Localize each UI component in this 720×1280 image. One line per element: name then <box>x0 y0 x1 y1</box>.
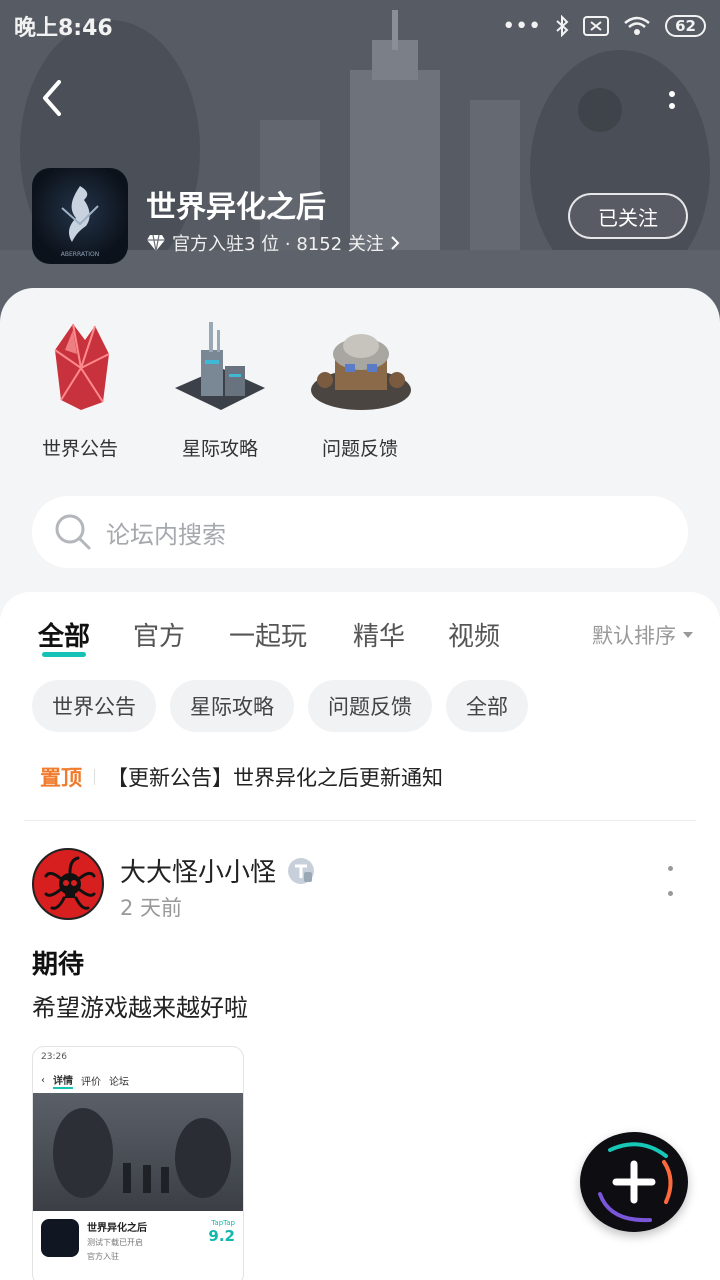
red-crystal-icon <box>54 323 110 410</box>
tab-featured[interactable]: 精华 <box>353 616 405 653</box>
status-time: 晚上8:46 <box>14 16 113 41</box>
chevron-right-icon <box>391 236 400 250</box>
chip-strategy[interactable]: 星际攻略 <box>170 680 294 732</box>
user-level-badge-icon <box>288 857 315 884</box>
diamond-icon <box>147 234 165 252</box>
category-world-notice[interactable]: 世界公告 <box>20 310 140 461</box>
post-title: 期待 <box>32 950 85 980</box>
shot-game-card: 世界异化之后 测试下载已开启 官方入驻 TapTap 9.2 <box>33 1211 243 1270</box>
search-placeholder: 论坛内搜索 <box>106 520 226 549</box>
author-name[interactable]: 大大怪小小怪 <box>120 852 276 889</box>
shot-tab-details: 详情 <box>53 1072 73 1089</box>
category-label: 问题反馈 <box>321 438 398 460</box>
shot-score: TapTap 9.2 <box>208 1219 235 1245</box>
shot-game-icon <box>41 1219 79 1257</box>
more-dot-icon <box>667 891 673 896</box>
tower-building-icon <box>175 322 265 410</box>
bluetooth-icon <box>556 15 569 37</box>
reactor-building-icon <box>311 334 411 410</box>
shot-score-value: 9.2 <box>208 1227 235 1245</box>
game-icon[interactable]: ABERRATION <box>32 168 128 264</box>
hero-banner: 晚上8:46 ••• 62 ABERRATION 世界异化之后 官方入驻3 位 … <box>0 0 720 330</box>
shot-back-icon: ‹ <box>41 1074 45 1086</box>
shot-game-name: 世界异化之后 <box>87 1223 147 1234</box>
pinned-separator <box>94 769 95 785</box>
pinned-post[interactable]: 置顶 【更新公告】世界异化之后更新通知 <box>40 762 443 792</box>
battery-indicator: 62 <box>665 15 706 37</box>
forum-tabs: 全部 官方 一起玩 精华 视频 默认排序 <box>0 616 720 666</box>
avatar[interactable] <box>32 848 104 920</box>
status-bar: 晚上8:46 ••• 62 <box>0 0 720 52</box>
plus-icon <box>598 1142 673 1223</box>
pinned-tag: 置顶 <box>40 766 82 790</box>
shot-score-brand: TapTap <box>211 1219 235 1227</box>
more-dot-icon <box>669 103 675 109</box>
shot-nav: ‹ 详情 评价 论坛 <box>33 1067 243 1093</box>
back-arrow-icon <box>43 80 61 116</box>
divider <box>24 820 696 821</box>
shot-banner-art <box>53 1108 231 1198</box>
game-meta[interactable]: 官方入驻3 位 · 8152 关注 <box>146 230 400 256</box>
search-icon <box>55 514 91 550</box>
more-options-button[interactable] <box>660 82 684 118</box>
signal-dots-icon: ••• <box>502 13 542 39</box>
search-bar[interactable]: 论坛内搜索 <box>32 496 688 568</box>
shot-game-subtitle: 测试下载已开启 <box>87 1238 143 1247</box>
create-post-button[interactable] <box>580 1132 688 1232</box>
shot-official: 官方入驻 <box>87 1252 119 1261</box>
sort-label: 默认排序 <box>592 624 676 648</box>
post-more-button[interactable] <box>664 866 676 896</box>
tab-play-together[interactable]: 一起玩 <box>229 616 307 653</box>
chip-world-notice[interactable]: 世界公告 <box>32 680 156 732</box>
category-sheet: 世界公告 星际攻略 问题反馈 论坛内搜索 <box>0 288 720 618</box>
author-row: 大大怪小小怪 <box>120 852 316 889</box>
pinned-title: 【更新公告】世界异化之后更新通知 <box>107 766 443 790</box>
caret-down-icon <box>683 632 693 638</box>
sim-off-icon <box>583 16 610 36</box>
sort-dropdown[interactable]: 默认排序 <box>592 620 694 650</box>
chip-feedback[interactable]: 问题反馈 <box>308 680 432 732</box>
chip-all[interactable]: 全部 <box>446 680 528 732</box>
post-image[interactable]: 23:26 ‹ 详情 评价 论坛 世界异化之后 测试下载已开启 官方入驻 Tap… <box>32 1046 244 1280</box>
game-meta-text: 官方入驻3 位 · 8152 关注 <box>172 234 384 255</box>
tab-video[interactable]: 视频 <box>448 616 500 653</box>
more-dot-icon <box>669 91 675 97</box>
category-label: 世界公告 <box>41 438 118 460</box>
shot-tab-forum: 论坛 <box>109 1076 129 1088</box>
more-dot-icon <box>667 866 673 871</box>
hydra-skull-icon <box>44 856 96 910</box>
tab-official[interactable]: 官方 <box>133 616 185 653</box>
post-body: 希望游戏越来越好啦 <box>32 994 248 1022</box>
tab-all[interactable]: 全部 <box>38 616 90 657</box>
category-strategy[interactable]: 星际攻略 <box>160 310 280 461</box>
back-button[interactable] <box>30 76 74 120</box>
category-feedback[interactable]: 问题反馈 <box>300 310 420 461</box>
game-logo-icon: ABERRATION <box>61 186 99 258</box>
shot-tab-reviews: 评价 <box>81 1076 101 1088</box>
shot-banner <box>33 1093 243 1211</box>
category-label: 星际攻略 <box>181 438 258 460</box>
game-icon-wordmark: ABERRATION <box>61 251 99 258</box>
shot-status-time: 23:26 <box>41 1052 67 1062</box>
game-title: 世界异化之后 <box>146 190 326 225</box>
filter-chips: 世界公告 星际攻略 问题反馈 全部 <box>32 680 528 732</box>
post-time: 2 天前 <box>120 896 183 920</box>
wifi-icon <box>624 16 650 35</box>
follow-button[interactable]: 已关注 <box>568 193 688 239</box>
